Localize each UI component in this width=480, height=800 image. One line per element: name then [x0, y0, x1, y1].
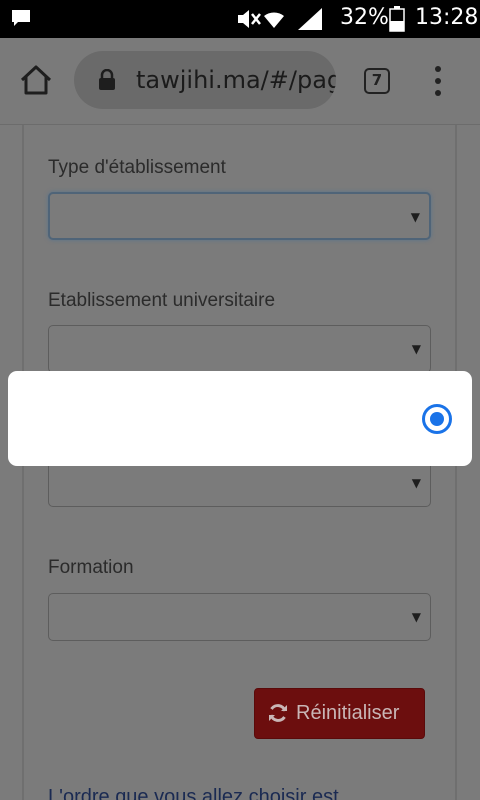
status-bar: 32% 13:28 — [0, 0, 480, 38]
refresh-icon — [269, 704, 287, 722]
reset-button-label: Réinitialiser — [296, 702, 400, 724]
wifi-icon — [264, 12, 284, 28]
reset-button[interactable]: Réinitialiser — [254, 688, 425, 739]
field-label-type-etablissement: Type d'établissement — [48, 157, 226, 178]
lock-icon — [99, 69, 115, 90]
instruction-text: L'ordre que vous allez choisir est — [48, 786, 339, 800]
notification-icon — [12, 10, 30, 26]
status-icons — [238, 8, 322, 30]
radio-option-selected[interactable] — [422, 404, 452, 434]
select-etablissement-universitaire[interactable]: ▼ — [48, 325, 431, 373]
clock: 13:28 — [415, 5, 479, 30]
chevron-down-icon: ▼ — [411, 610, 421, 624]
menu-icon[interactable] — [428, 66, 448, 96]
radio-dot-icon — [430, 412, 444, 426]
home-icon[interactable] — [18, 62, 54, 98]
tabs-icon[interactable]: 7 — [364, 68, 390, 94]
address-bar[interactable]: tawjihi.ma/#/page — [74, 51, 336, 109]
signal-icon — [298, 8, 322, 30]
field-label-etablissement-universitaire: Etablissement universitaire — [48, 290, 276, 311]
battery-icon — [389, 6, 405, 32]
chevron-down-icon: ▼ — [411, 342, 421, 356]
chevron-down-icon: ▼ — [410, 210, 420, 224]
field-label-formation: Formation — [48, 557, 134, 578]
select-type-etablissement[interactable]: ▼ — [48, 192, 431, 240]
select-formation[interactable]: ▼ — [48, 593, 431, 641]
select-hidden-field[interactable]: ▼ — [48, 459, 431, 507]
select-options-dialog — [8, 371, 472, 466]
mute-icon — [238, 10, 261, 28]
tab-count: 7 — [371, 71, 383, 89]
url-text: tawjihi.ma/#/page — [136, 66, 336, 94]
battery-percent: 32% — [340, 5, 389, 30]
browser-toolbar: tawjihi.ma/#/page 7 — [0, 38, 480, 125]
chevron-down-icon: ▼ — [411, 476, 421, 490]
